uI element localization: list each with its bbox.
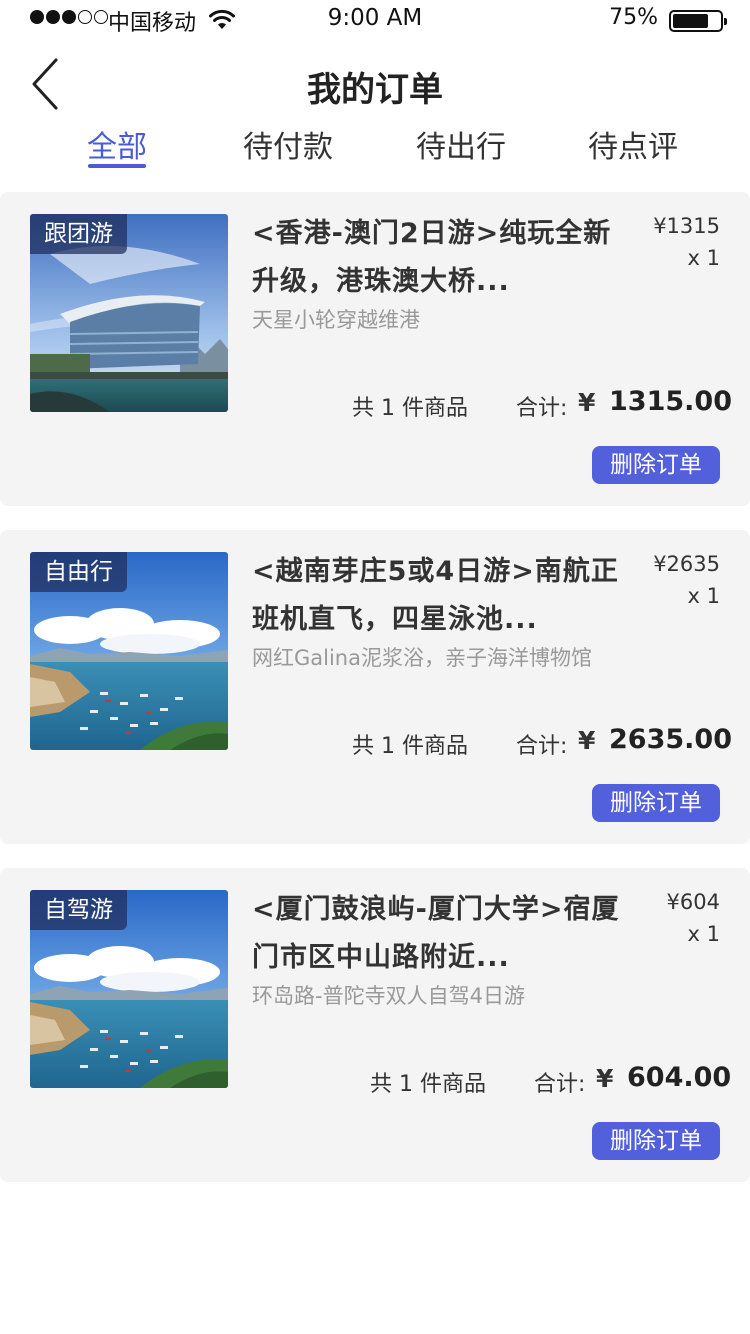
total-amount: 604.00	[627, 1062, 732, 1093]
total-currency: ¥	[596, 1064, 614, 1093]
order-thumbnail[interactable]: 跟团游	[30, 214, 228, 412]
order-title[interactable]: <香港-澳门2日游>纯玩全新升级，港珠澳大桥...	[252, 210, 624, 306]
delete-order-button[interactable]: 删除订单	[592, 446, 720, 484]
order-thumbnail[interactable]: 自驾游	[30, 890, 228, 1088]
tour-type-badge: 自驾游	[30, 890, 127, 930]
total-currency: ¥	[578, 726, 596, 755]
order-title[interactable]: <厦门鼓浪屿-厦门大学>宿厦门市区中山路附近...	[252, 886, 624, 982]
tour-type-badge: 自由行	[30, 552, 127, 592]
tab-pending-travel[interactable]: 待出行	[391, 122, 531, 166]
order-card[interactable]: 跟团游 <香港-澳门2日游>纯玩全新升级，港珠澳大桥... 天星小轮穿越维港 ¥…	[0, 192, 750, 506]
order-subtitle: 环岛路-普陀寺双人自驾4日游	[252, 984, 525, 1008]
order-thumbnail[interactable]: 自由行	[30, 552, 228, 750]
quantity: x 1	[687, 922, 720, 946]
page-title: 我的订单	[307, 70, 443, 110]
item-count: 共 1 件商品	[352, 734, 468, 759]
status-bar: 中国移动 9:00 AM 75%	[0, 0, 750, 40]
unit-price: ¥604	[666, 890, 720, 914]
quantity: x 1	[687, 246, 720, 270]
item-count: 共 1 件商品	[370, 1072, 486, 1097]
active-tab-indicator	[88, 164, 146, 168]
total-label: 合计:	[516, 396, 568, 421]
tab-pending-payment[interactable]: 待付款	[218, 122, 358, 166]
order-card[interactable]: 自驾游 <厦门鼓浪屿-厦门大学>宿厦门市区中山路附近... 环岛路-普陀寺双人自…	[0, 868, 750, 1182]
order-subtitle: 天星小轮穿越维港	[252, 308, 420, 332]
tab-pending-review[interactable]: 待点评	[563, 122, 703, 166]
order-card[interactable]: 自由行 <越南芽庄5或4日游>南航正班机直飞，四星泳池... 网红Galina泥…	[0, 530, 750, 844]
tour-type-badge: 跟团游	[30, 214, 127, 254]
total-currency: ¥	[578, 388, 596, 417]
tab-all[interactable]: 全部	[47, 122, 187, 166]
order-title[interactable]: <越南芽庄5或4日游>南航正班机直飞，四星泳池...	[252, 548, 624, 644]
total-amount: 1315.00	[609, 386, 732, 417]
delete-order-button[interactable]: 删除订单	[592, 1122, 720, 1160]
delete-order-button[interactable]: 删除订单	[592, 784, 720, 822]
total-label: 合计:	[534, 1072, 586, 1097]
battery-percent: 75%	[609, 5, 658, 30]
total-label: 合计:	[516, 734, 568, 759]
item-count: 共 1 件商品	[352, 396, 468, 421]
battery-icon	[669, 10, 727, 32]
total-amount: 2635.00	[609, 724, 732, 755]
quantity: x 1	[687, 584, 720, 608]
order-subtitle: 网红Galina泥浆浴，亲子海洋博物馆	[252, 646, 592, 670]
unit-price: ¥2635	[653, 552, 720, 576]
unit-price: ¥1315	[653, 214, 720, 238]
